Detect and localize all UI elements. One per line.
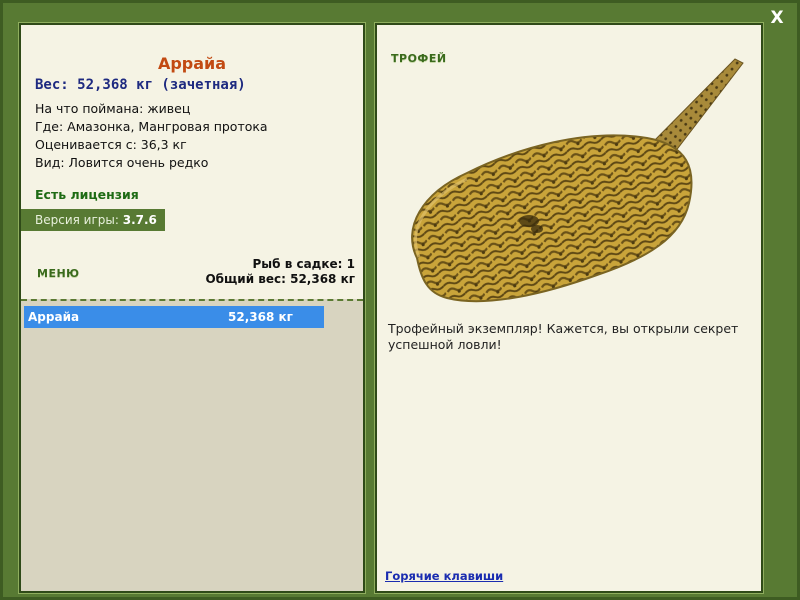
close-button[interactable]: X	[767, 8, 787, 28]
fish-info: На что поймана: живец Где: Амазонка, Ман…	[35, 100, 268, 172]
keepnet-stats: Рыб в садке: 1 Общий вес: 52,368 кг	[205, 257, 355, 287]
version-bar: Версия игры: 3.7.6	[21, 209, 165, 231]
bait-line: На что поймана: живец	[35, 101, 191, 116]
version-label: Версия игры:	[35, 213, 123, 227]
catch-info-panel: Аррайа Вес: 52,368 кг (зачетная) На что …	[18, 22, 366, 594]
fish-weight: Вес: 52,368 кг (зачетная)	[35, 77, 246, 93]
trophy-message: Трофейный экземпляр! Кажется, вы открыли…	[388, 321, 739, 352]
game-window: X Аррайа Вес: 52,368 кг (зачетная) На чт…	[0, 0, 800, 600]
keepnet-fish-weight: 52,368 кг	[228, 310, 293, 324]
stingray-image	[411, 58, 744, 303]
total-weight: Общий вес: 52,368 кг	[205, 272, 355, 286]
fish-count: Рыб в садке: 1	[252, 257, 356, 271]
rarity-line: Вид: Ловится очень редко	[35, 155, 209, 170]
keepnet-row[interactable]: Аррайа 52,368 кг	[24, 306, 324, 328]
menu-button[interactable]: МЕНЮ	[37, 267, 80, 280]
trophy-panel: ТРОФЕЙ Трофейный экземпляр! Кажется, вы …	[374, 22, 764, 594]
location-line: Где: Амазонка, Мангровая протока	[35, 119, 268, 134]
fish-details: Аррайа Вес: 52,368 кг (зачетная) На что …	[21, 25, 363, 299]
keepnet-fish-name: Аррайа	[28, 310, 80, 324]
hotkeys-link[interactable]: Горячие клавиши	[385, 569, 503, 583]
fish-name: Аррайа	[157, 54, 227, 73]
version-value: 3.7.6	[122, 213, 157, 227]
divider	[21, 299, 363, 301]
license-status: Есть лицензия	[35, 187, 139, 202]
threshold-line: Оценивается с: 36,3 кг	[35, 137, 187, 152]
